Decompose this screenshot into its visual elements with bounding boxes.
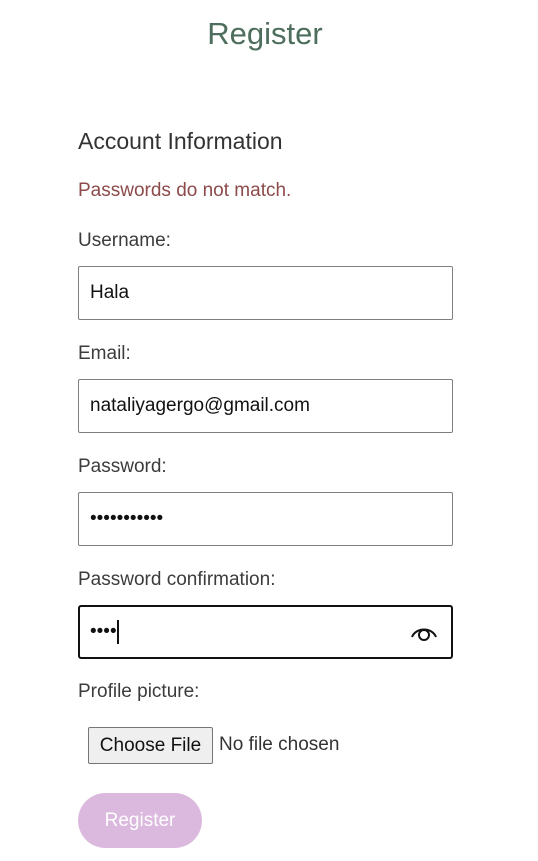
password-confirmation-input[interactable] [78,605,453,659]
register-page: Register Account Information Passwords d… [0,0,538,861]
eye-icon-graphic [411,628,437,641]
password-label: Password: [78,456,167,477]
section-title: Account Information [78,128,283,154]
password-input[interactable] [78,492,453,546]
password-confirmation-label: Password confirmation: [78,569,276,590]
email-label: Email: [78,343,131,364]
register-button[interactable]: Register [78,793,202,848]
error-message: Passwords do not match. [78,180,292,201]
username-input[interactable] [78,266,453,320]
email-input[interactable] [78,379,453,433]
page-title: Register [207,16,323,51]
text-caret [117,620,119,644]
file-status: No file chosen [219,734,340,755]
profile-picture-label: Profile picture: [78,681,200,702]
choose-file-button[interactable]: Choose File [88,727,213,764]
eye-icon[interactable] [408,620,440,646]
username-label: Username: [78,230,171,251]
